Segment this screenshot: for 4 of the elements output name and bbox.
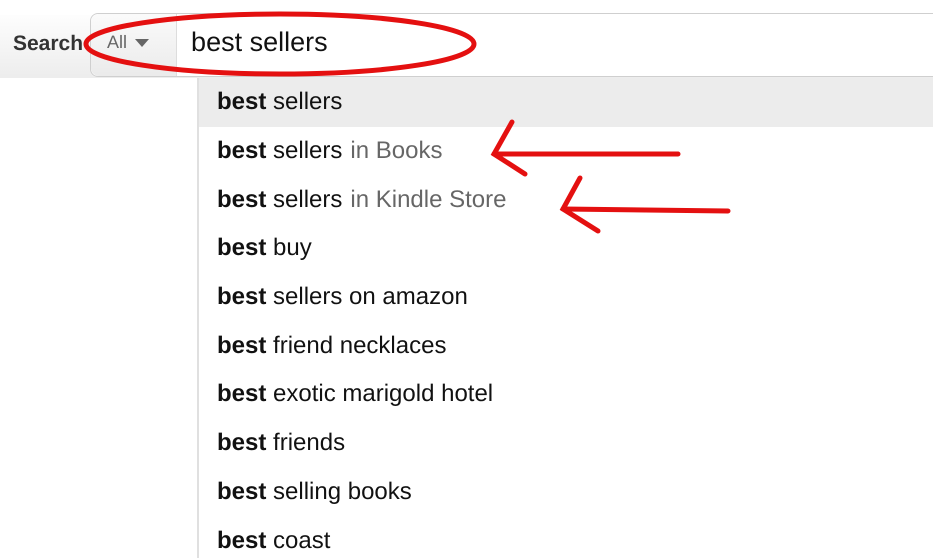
search-field[interactable]: All best sellers — [90, 12, 933, 76]
suggestion-item[interactable]: best sellers — [199, 78, 933, 127]
caret-icon — [135, 38, 150, 46]
search-label: Search — [12, 32, 84, 56]
